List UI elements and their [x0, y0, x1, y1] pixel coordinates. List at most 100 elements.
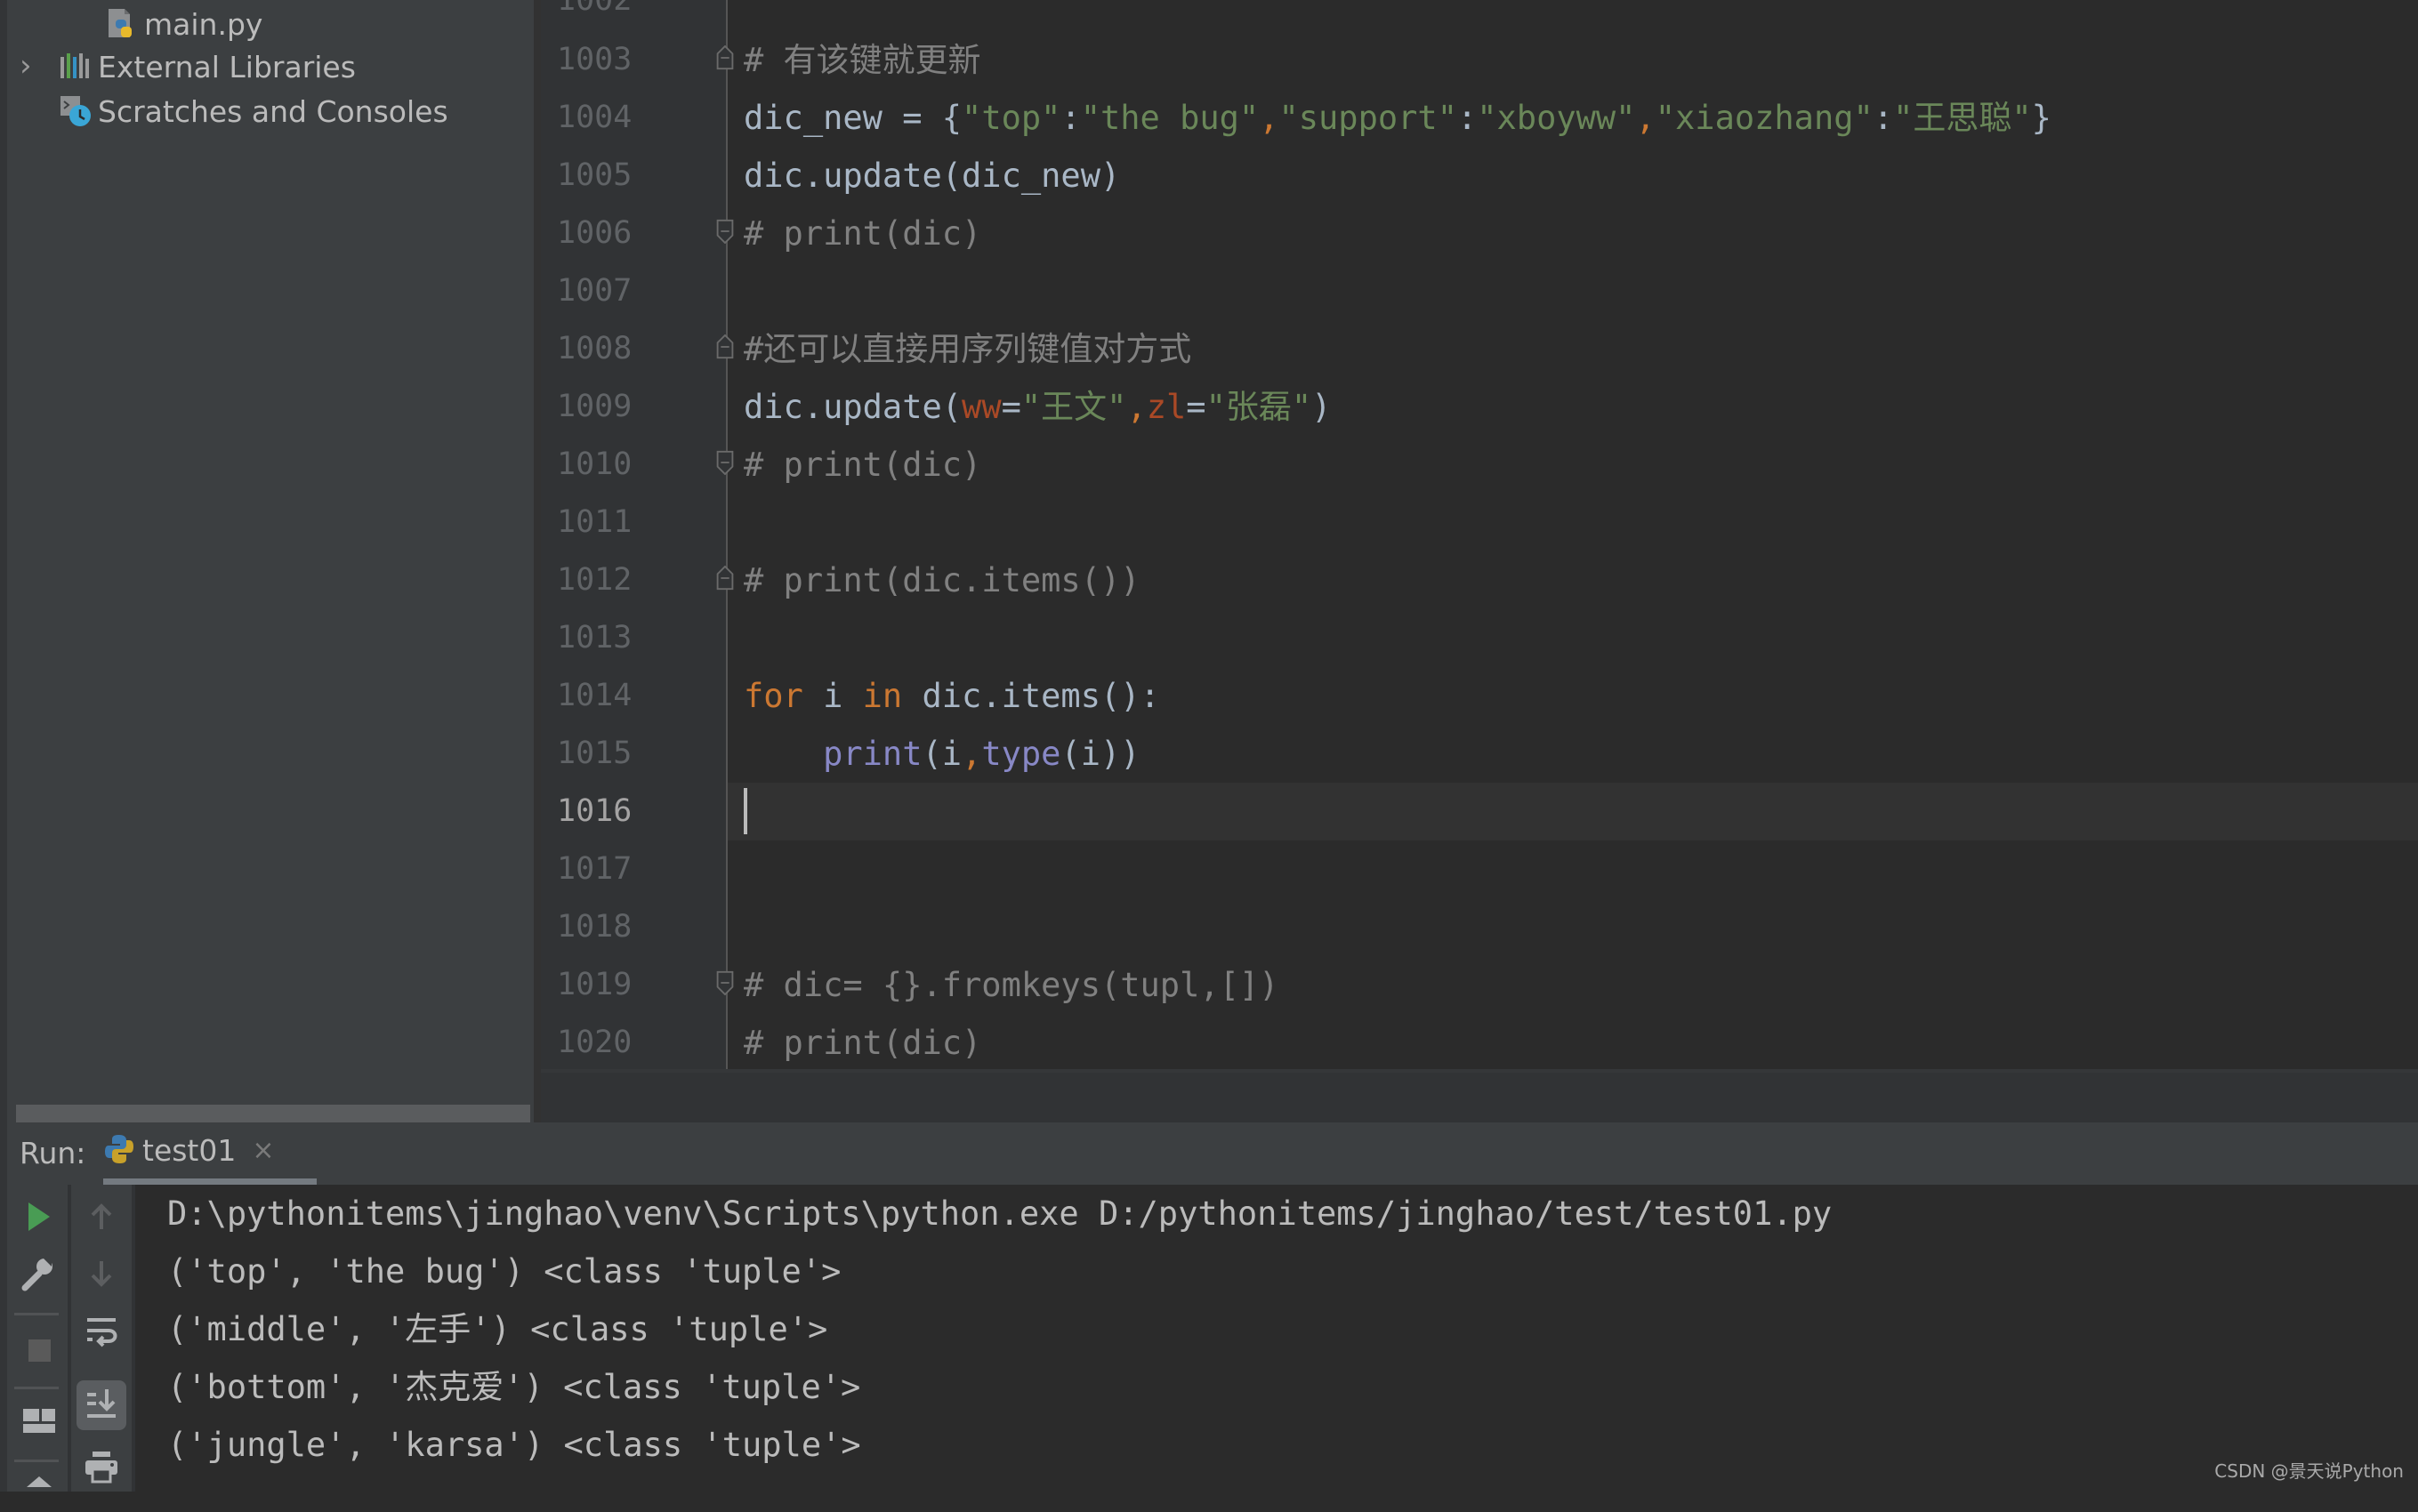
code-line[interactable]: # print(dic) [744, 205, 2418, 262]
watermark: CSDN @景天说Python [2214, 1460, 2404, 1482]
code-token: "xboyww" [1477, 99, 1636, 137]
fold-start-icon[interactable] [715, 334, 735, 359]
code-token: # print(dic.items()) [744, 561, 1140, 599]
collapse-up-icon[interactable] [20, 1469, 59, 1508]
gutter-divider [726, 0, 728, 1069]
line-number: 1015 [557, 736, 633, 771]
code-line[interactable]: # dic= {}.fromkeys(tupl,[]) [744, 956, 2418, 1014]
line-number: 1009 [557, 389, 633, 424]
settings-wrench-icon[interactable] [20, 1254, 59, 1293]
code-line[interactable] [744, 783, 2418, 840]
code-token: } [2031, 99, 2051, 137]
code-token: , [1126, 388, 1147, 426]
code-token: #还可以直接用序列键值对方式 [744, 330, 1192, 368]
soft-wrap-icon[interactable] [82, 1313, 121, 1352]
python-file-icon [105, 7, 139, 41]
down-arrow-icon[interactable] [82, 1254, 121, 1293]
fold-end-icon[interactable] [715, 219, 735, 244]
code-line[interactable]: print(i,type(i)) [744, 725, 2418, 783]
line-number: 1012 [557, 562, 633, 598]
run-label: Run: [20, 1136, 86, 1170]
code-line[interactable]: for i in dic.items(): [744, 667, 2418, 725]
python-icon [103, 1133, 135, 1169]
text-caret [744, 788, 747, 834]
code-line[interactable] [744, 840, 2418, 898]
line-number: 1002 [557, 0, 633, 18]
code-line[interactable] [744, 898, 2418, 956]
run-tab-title: test01 [142, 1133, 237, 1168]
code-token: : [1456, 99, 1478, 137]
run-icon[interactable] [20, 1197, 59, 1236]
code-token: = [1186, 388, 1206, 426]
layout-icon[interactable] [20, 1402, 59, 1441]
code-token: , [962, 735, 982, 773]
line-number: 1008 [557, 331, 633, 366]
run-toolbar-secondary [71, 1185, 132, 1492]
code-line[interactable]: dic.update(dic_new) [744, 147, 2418, 205]
stop-icon[interactable] [20, 1331, 59, 1370]
console-output-line: ('middle', '左手') <class 'tuple'> [167, 1310, 828, 1348]
code-line[interactable]: #还可以直接用序列键值对方式 [744, 320, 2418, 378]
code-token: (i)) [1060, 735, 1140, 773]
code-line[interactable]: # print(dic.items()) [744, 551, 2418, 609]
scroll-to-end-icon[interactable] [77, 1380, 126, 1430]
fold-end-icon[interactable] [715, 450, 735, 475]
chevron-right-icon[interactable]: › [20, 48, 32, 84]
up-arrow-icon[interactable] [82, 1197, 121, 1236]
tree-item-label: main.py [144, 6, 263, 42]
tree-item-external-libraries[interactable]: External Libraries [59, 44, 356, 89]
fold-end-icon[interactable] [715, 970, 735, 995]
code-token: dic.items(): [902, 677, 1160, 715]
line-number: 1005 [557, 157, 633, 193]
line-number: 1017 [557, 851, 633, 887]
run-tab-test01[interactable]: test01 × [103, 1122, 317, 1185]
code-editor[interactable]: 1002 # 有该键就更新 dic_new = {"top":"the bug",… [541, 0, 2418, 1069]
toolbar-separator [14, 1387, 59, 1389]
code-line[interactable] [744, 609, 2418, 667]
code-token: # dic= {}.fromkeys(tupl,[]) [744, 966, 1279, 1004]
tree-item-scratches[interactable]: Scratches and Consoles [59, 89, 448, 133]
line-number: 1011 [557, 504, 633, 540]
code-token: zl [1146, 388, 1187, 426]
library-icon [59, 50, 93, 84]
code-line[interactable] [744, 262, 2418, 320]
code-token: for [744, 677, 803, 715]
code-token: : [1060, 99, 1081, 137]
code-line[interactable]: # print(dic) [744, 1014, 2418, 1072]
code-line[interactable]: # 有该键就更新 [744, 31, 2418, 89]
code-line[interactable]: dic_new = {"top":"the bug","support":"xb… [744, 89, 2418, 147]
panel-edge [0, 1185, 7, 1492]
code-token: ) [1311, 388, 1332, 426]
code-line[interactable] [744, 494, 2418, 551]
run-toolbar-primary [7, 1185, 68, 1492]
tree-item-label: Scratches and Consoles [98, 93, 448, 129]
console-output-line: ('bottom', '杰克爱') <class 'tuple'> [167, 1368, 861, 1406]
line-number: 1007 [557, 273, 633, 309]
line-number: 1013 [557, 620, 633, 655]
code-token: "top" [962, 99, 1061, 137]
code-token: print [823, 735, 923, 773]
scratches-icon [59, 94, 93, 128]
fold-start-icon[interactable] [715, 45, 735, 70]
code-token: # print(dic) [744, 214, 982, 253]
code-token: (i [922, 735, 963, 773]
code-token: # print(dic) [744, 446, 982, 484]
code-token: dic.update( [744, 388, 963, 426]
fold-start-icon[interactable] [715, 566, 735, 591]
toolbar-separator [14, 1460, 59, 1462]
toolbar-separator [14, 1313, 59, 1315]
console-output[interactable]: D:\pythonitems\jinghao\venv\Scripts\pyth… [132, 1185, 2418, 1492]
console-output-line: ('jungle', 'karsa') <class 'tuple'> [167, 1426, 861, 1464]
code-token: "王思聪" [1893, 99, 2032, 137]
horizontal-scrollbar[interactable] [16, 1105, 530, 1122]
close-icon[interactable]: × [252, 1135, 274, 1166]
code-line[interactable]: # print(dic) [744, 436, 2418, 494]
tree-item-main-py[interactable]: main.py [105, 2, 262, 46]
panel-splitter[interactable] [534, 0, 541, 1122]
run-tool-window-header: Run: test01 × [0, 1122, 2418, 1185]
code-token: , [1635, 99, 1656, 137]
print-icon[interactable] [82, 1448, 121, 1487]
code-token: dic_new = { [744, 99, 963, 137]
line-number: 1016 [557, 793, 633, 829]
code-line[interactable]: dic.update(ww="王文",zl="张磊") [744, 378, 2418, 436]
